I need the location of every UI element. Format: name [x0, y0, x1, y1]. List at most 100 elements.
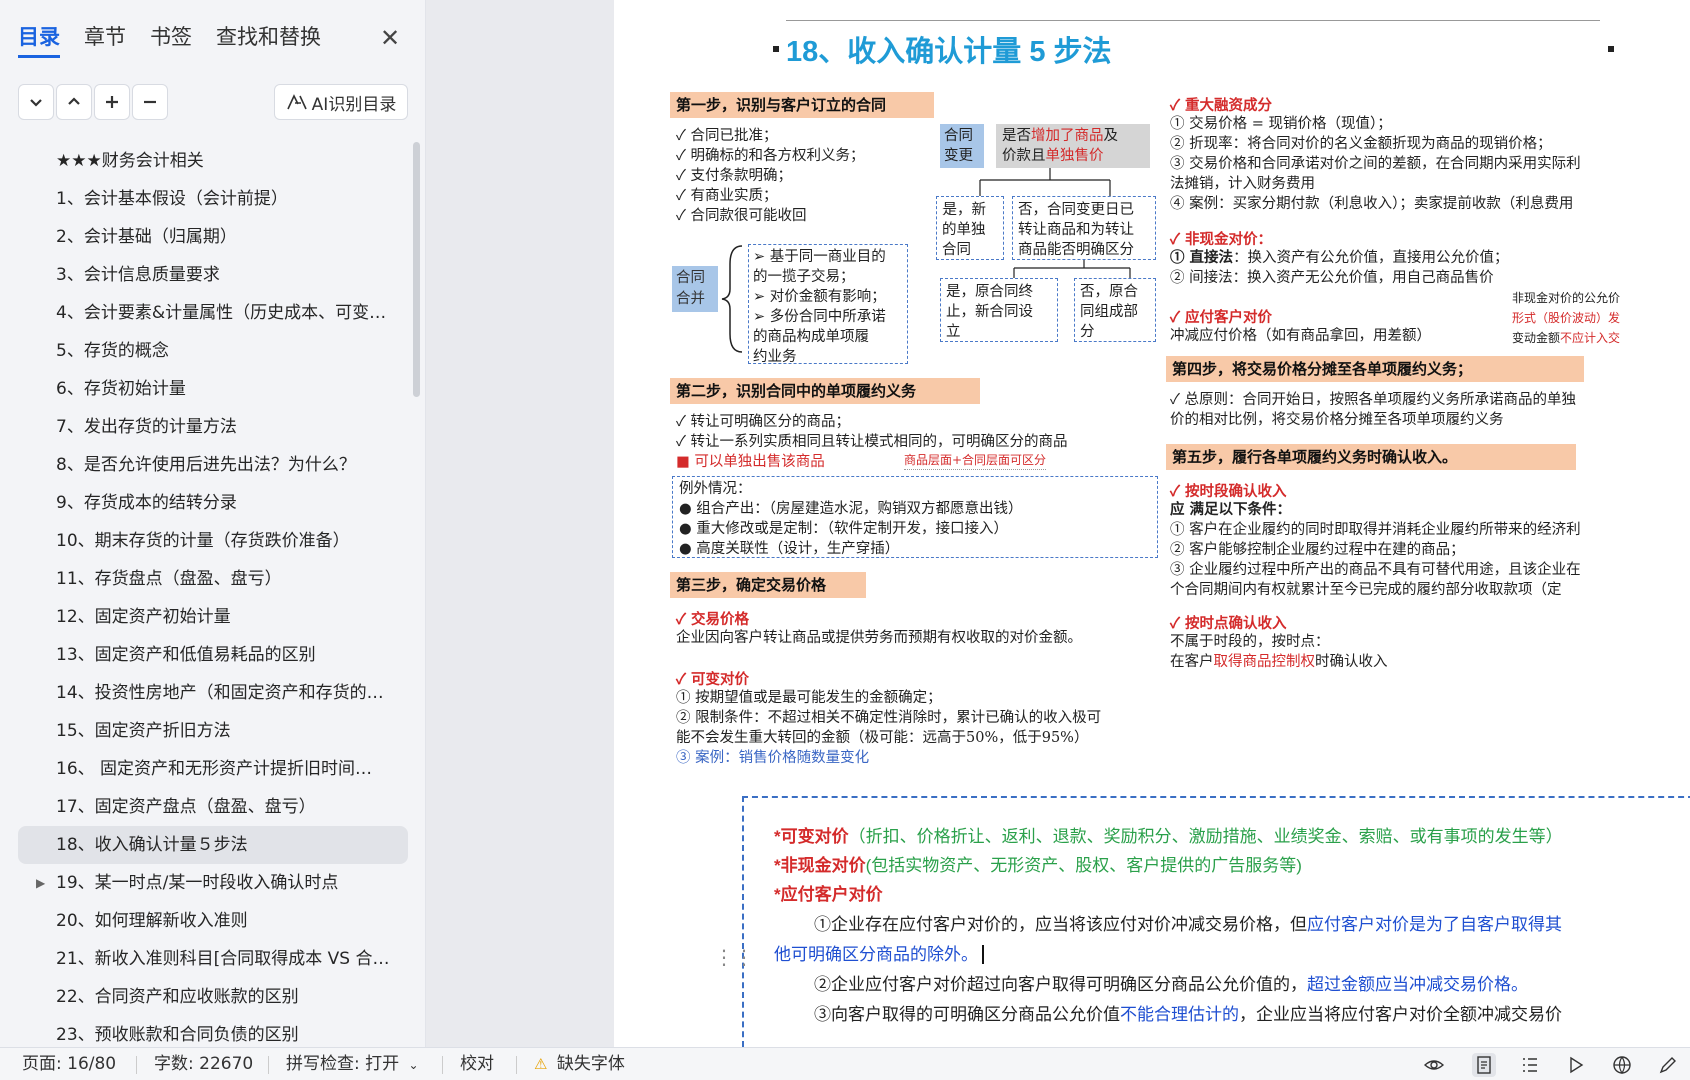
remove-heading-button[interactable]	[132, 84, 168, 120]
list-item: ① 客户在企业履约的同时即取得并消耗企业履约所带来的经济利	[1170, 522, 1581, 538]
list-item: ✓ 明确标的和各方权利义务；	[676, 148, 865, 164]
close-panel-button[interactable]: ✕	[378, 24, 402, 52]
brace-shape	[721, 245, 743, 353]
collapse-down-button[interactable]	[18, 84, 54, 120]
toc-item[interactable]: 11、存货盘点（盘盈、盘亏）	[18, 560, 408, 598]
merge-label: 合同 合并	[672, 266, 718, 312]
side-note: 变动金额不应计入交	[1512, 331, 1621, 345]
note-line: ①企业存在应付客户对价的，应当将该应付对价冲减交易价格，但应付客户对价是为了自客…	[814, 915, 1562, 934]
page-title: 18、收入确认计量 5 步法	[786, 36, 1112, 68]
list-item: ② 客户能够控制企业履约过程中在建的商品；	[1170, 542, 1465, 558]
toc-item-expandable[interactable]: ▶ 19、某一时点/某一时段收入确认时点	[18, 864, 408, 902]
list-item: 法摊销，计入财务费用	[1170, 176, 1315, 192]
change-label-text: 变更	[944, 148, 973, 164]
tab-bookmarks[interactable]: 书签	[150, 22, 192, 58]
page-indicator[interactable]: 页面: 16/80	[22, 1048, 116, 1080]
transaction-price-text: 企业因向客户转让商品或提供劳务而预期有权收取的对价金额。	[676, 630, 1082, 646]
toc-item-current[interactable]: 18、收入确认计量５步法	[18, 826, 408, 864]
list-item: ➢ 多份合同中所承诺	[753, 309, 886, 325]
list-item: ✓ 转让可明确区分的商品；	[676, 414, 851, 430]
toc-item[interactable]: 21、新收入准则科目[合同取得成本 VS 合…	[18, 940, 408, 978]
ai-recognize-toc-button[interactable]: AI识别目录	[274, 84, 408, 120]
step4-list: ✓ 总原则：合同开始日，按照各单项履约义务所承诺商品的单独 价的相对比例，将交易…	[1170, 390, 1576, 430]
step4-heading: 第四步，将交易价格分摊至各单项履约义务；	[1166, 356, 1584, 382]
point-in-time-text: 在客户取得商品控制权时确认收入	[1170, 654, 1388, 670]
document-page[interactable]: 18、收入确认计量 5 步法 第一步，识别与客户订立的合同 ✓ 合同已批准； ✓…	[614, 0, 1690, 1047]
chevron-up-icon	[68, 97, 80, 105]
outline-view-icon[interactable]	[1518, 1053, 1542, 1077]
step2-heading: 第二步，识别合同中的单项履约义务	[670, 378, 980, 404]
globe-icon[interactable]	[1610, 1053, 1634, 1077]
document-area: 18、收入确认计量 5 步法 第一步，识别与客户订立的合同 ✓ 合同已批准； ✓…	[426, 0, 1690, 1047]
financing-list: ① 交易价格 = 现销价格（现值）； ② 折现率：将合同对价的名义金额折现为商品…	[1170, 114, 1581, 214]
toc-item[interactable]: 12、固定资产初始计量	[18, 598, 408, 636]
step3-heading: 第三步，确定交易价格	[670, 572, 866, 598]
toc-item[interactable]: 16、 固定资产和无形资产计提折旧时间…	[18, 750, 408, 788]
toc-item-label: 19、某一时点/某一时段收入确认时点	[56, 873, 339, 893]
toc-item[interactable]: 2、会计基础（归属期）	[18, 218, 408, 256]
expand-caret-icon[interactable]: ▶	[36, 864, 45, 902]
list-item: ③ 案例：销售价格随数量变化	[676, 750, 870, 766]
eye-icon[interactable]	[1422, 1053, 1446, 1077]
warning-icon: ⚠	[534, 1055, 548, 1073]
proofread-button[interactable]: 校对	[460, 1048, 494, 1080]
toc-item[interactable]: 1、会计基本假设（会计前提）	[18, 180, 408, 218]
panel-tabs: 目录 章节 书签 查找和替换	[18, 22, 345, 62]
merge-label-text: 合同	[676, 270, 705, 286]
step1-checklist: ✓ 合同已批准； ✓ 明确标的和各方权利义务； ✓ 支付条款明确； ✓ 有商业实…	[676, 126, 865, 226]
tab-sections[interactable]: 章节	[84, 22, 126, 58]
no-part-box: 否，原合 同组成部 分	[1074, 278, 1156, 342]
toc-item[interactable]: 20、如何理解新收入准则	[18, 902, 408, 940]
tab-toc[interactable]: 目录	[18, 22, 60, 58]
list-item: ① 交易价格 = 现销价格（现值）；	[1170, 116, 1392, 132]
toc-list: ★★★财务会计相关 1、会计基本假设（会计前提） 2、会计基础（归属期） 3、会…	[18, 142, 408, 1054]
toc-item[interactable]: 15、固定资产折旧方法	[18, 712, 408, 750]
toc-item[interactable]: ★★★财务会计相关	[18, 142, 408, 180]
exceptions-heading: 例外情况：	[679, 481, 752, 497]
bullet-marker	[773, 46, 779, 52]
list-item: ④ 案例：买家分期付款（利息收入）；卖家提前收款（利息费用	[1170, 196, 1574, 212]
toc-item[interactable]: 22、合同资产和应收账款的区别	[18, 978, 408, 1016]
missing-font-label: 缺失字体	[556, 1054, 625, 1074]
list-item: 能不会发生重大转回的金额（极可能：远高于50%，低于95%）	[676, 730, 1089, 746]
page-view-icon[interactable]	[1472, 1053, 1496, 1077]
list-item: ① 按期望值或是最可能发生的金额确定；	[676, 690, 942, 706]
word-count[interactable]: 字数: 22670	[154, 1048, 253, 1080]
toc-item[interactable]: 17、固定资产盘点（盘盈、盘亏）	[18, 788, 408, 826]
conditions-heading: 应 满足以下条件：	[1170, 501, 1292, 518]
add-heading-button[interactable]	[94, 84, 130, 120]
list-item: ● 高度关联性（设计，生产穿插）	[679, 541, 900, 557]
missing-font-button[interactable]: ⚠ 缺失字体	[534, 1048, 625, 1080]
tab-find-replace[interactable]: 查找和替换	[216, 22, 321, 58]
list-item: ② 间接法：换入资产无公允价值，用自己商品售价	[1170, 270, 1494, 286]
toc-item[interactable]: 5、存货的概念	[18, 332, 408, 370]
toc-item[interactable]: 13、固定资产和低值易耗品的区别	[18, 636, 408, 674]
play-icon[interactable]	[1564, 1053, 1588, 1077]
list-item: ✓ 合同已批准；	[676, 128, 778, 144]
toc-scrollbar[interactable]	[413, 142, 420, 397]
yes-terminate-box: 是，原合同终 止，新合同设 立	[940, 278, 1058, 342]
divider	[136, 1056, 137, 1074]
change-label: 合同 变更	[940, 124, 984, 168]
toc-panel: 目录 章节 书签 查找和替换 ✕ AI识别目录 ★★★财务会计相关 1、会计基本…	[0, 0, 426, 1047]
diagram-left: 第一步，识别与客户订立的合同 ✓ 合同已批准； ✓ 明确标的和各方权利义务； ✓…	[670, 84, 1160, 774]
toc-item[interactable]: 7、发出存货的计量方法	[18, 408, 408, 446]
toc-item[interactable]: 8、是否允许使用后进先出法？为什么？	[18, 446, 408, 484]
toc-item[interactable]: 9、存货成本的结转分录	[18, 484, 408, 522]
toc-item[interactable]: 10、期末存货的计量（存货跌价准备）	[18, 522, 408, 560]
list-item: 可以单独出售该商品	[694, 454, 825, 470]
toc-item[interactable]: 6、存货初始计量	[18, 370, 408, 408]
toc-item[interactable]: 4、会计要素&计量属性（历史成本、可变…	[18, 294, 408, 332]
ai-icon	[286, 94, 307, 110]
list-item: ✓ 转让一系列实质相同且转让模式相同的，可明确区分的商品	[676, 434, 1068, 450]
divider	[268, 1056, 269, 1074]
move-up-button[interactable]	[56, 84, 92, 120]
pen-icon[interactable]	[1656, 1053, 1680, 1077]
toc-item[interactable]: 14、投资性房地产（和固定资产和存货的…	[18, 674, 408, 712]
chevron-down-icon: ⌄	[408, 1058, 419, 1072]
toc-item[interactable]: 3、会计信息质量要求	[18, 256, 408, 294]
drag-handle-icon[interactable]: ⋮⋮	[714, 945, 754, 969]
spell-check-toggle[interactable]: 拼写检查: 打开 ⌄	[286, 1048, 419, 1080]
merge-label-text: 合并	[676, 291, 705, 307]
plus-icon	[106, 96, 118, 108]
